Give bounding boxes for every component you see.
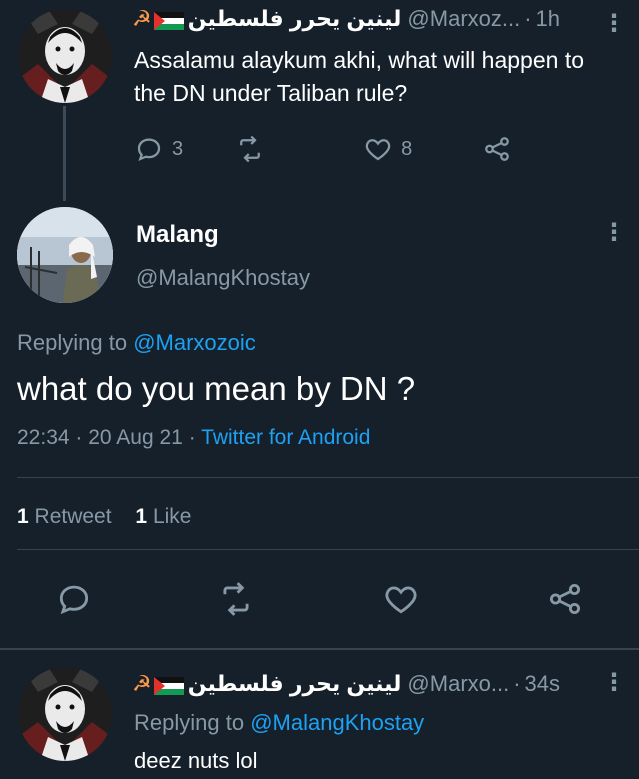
malang-avatar-icon — [17, 207, 113, 303]
separator-dot: · — [524, 6, 532, 31]
tweet-text: deez nuts lol — [134, 748, 258, 773]
avatar[interactable] — [18, 9, 112, 103]
display-name[interactable]: Malang — [136, 221, 219, 249]
lenin-avatar-icon — [18, 667, 112, 761]
tweet-header: ☭ لينين يحرر فلسطين @Marxoz... · 1h — [132, 6, 560, 32]
tweet-text: Assalamu alaykum akhi, what will happen … — [134, 47, 585, 106]
separator-dot: · — [75, 426, 83, 449]
replying-to: Replying to @Marxozoic — [17, 330, 256, 356]
share-button[interactable] — [546, 580, 584, 618]
tweet-stats: 1 Retweet 1 Like — [17, 505, 191, 529]
retweet-icon — [223, 582, 249, 616]
replying-to-handle[interactable]: @Marxozoic — [133, 330, 256, 355]
tweet-header: ☭ لينين يحرر فلسطين @Marxo... · 34s — [132, 671, 560, 697]
tweet-time[interactable]: 34s — [525, 671, 560, 697]
display-name[interactable]: لينين يحرر فلسطين — [188, 671, 402, 697]
reply-icon — [137, 138, 161, 161]
display-name[interactable]: لينين يحرر فلسطين — [188, 6, 402, 32]
more-icon[interactable]: ⋮ — [602, 221, 626, 245]
tweet-time[interactable]: 1h — [536, 6, 560, 32]
share-button[interactable] — [482, 134, 512, 164]
replying-prefix: Replying to — [134, 710, 245, 735]
like-button[interactable]: 8 — [363, 134, 412, 164]
retweet-stat[interactable]: 1 Retweet — [17, 505, 112, 528]
divider — [17, 549, 639, 550]
replying-to-handle[interactable]: @MalangKhostay — [250, 710, 424, 735]
avatar[interactable] — [18, 667, 112, 761]
tweet-actions: 3 8 — [134, 134, 512, 164]
retweet-icon — [240, 135, 260, 163]
hammer-sickle-icon: ☭ — [132, 6, 152, 31]
user-handle[interactable]: @MalangKhostay — [136, 265, 310, 291]
tweet-meta: 22:34 · 20 Aug 21 · Twitter for Android — [17, 426, 370, 450]
palestine-flag-icon — [153, 675, 184, 695]
parent-tweet[interactable]: ☭ لينين يحرر فلسطين @Marxoz... · 1h ⋮ As… — [0, 0, 639, 201]
like-icon — [365, 139, 391, 161]
more-icon[interactable]: ⋮ — [602, 671, 626, 695]
reply-button[interactable]: 3 — [134, 134, 183, 164]
like-icon — [385, 586, 417, 614]
divider — [0, 648, 639, 650]
retweet-button[interactable] — [235, 134, 265, 164]
like-stat[interactable]: 1 Like — [135, 505, 191, 528]
tweet-source[interactable]: Twitter for Android — [201, 426, 370, 449]
reply-button[interactable] — [55, 580, 93, 618]
share-icon — [549, 583, 581, 615]
reply-icon — [59, 585, 89, 615]
separator-dot: · — [188, 426, 196, 449]
retweet-stat-count: 1 — [17, 505, 29, 528]
reply-count: 3 — [172, 137, 184, 160]
reply-tweet[interactable]: ☭ لينين يحرر فلسطين @Marxo... · 34s ⋮ Re… — [0, 655, 639, 779]
like-stat-label: Like — [152, 505, 192, 528]
like-stat-count: 1 — [135, 505, 148, 528]
lenin-avatar-icon — [18, 9, 112, 103]
separator-dot: · — [513, 671, 521, 696]
user-handle[interactable]: @Marxoz... — [407, 6, 520, 32]
tweet-actions — [0, 580, 639, 640]
retweet-stat-label: Retweet — [34, 505, 112, 528]
like-button[interactable] — [382, 580, 420, 618]
tweet-date[interactable]: 20 Aug 21 — [88, 426, 183, 449]
tweet-time[interactable]: 22:34 — [17, 426, 70, 449]
share-icon — [485, 137, 510, 161]
hammer-sickle-icon: ☭ — [132, 671, 152, 696]
retweet-button[interactable] — [217, 580, 255, 618]
tweet-text: what do you mean by DN ? — [17, 370, 416, 407]
replying-to: Replying to @MalangKhostay — [134, 710, 424, 736]
avatar[interactable] — [17, 207, 113, 303]
replying-prefix: Replying to — [17, 330, 128, 355]
divider — [17, 477, 639, 478]
more-icon[interactable]: ⋮ — [602, 12, 626, 36]
like-count: 8 — [401, 137, 413, 160]
thread-line — [63, 106, 66, 201]
user-handle[interactable]: @Marxo... — [407, 671, 509, 697]
palestine-flag-icon — [153, 10, 184, 30]
